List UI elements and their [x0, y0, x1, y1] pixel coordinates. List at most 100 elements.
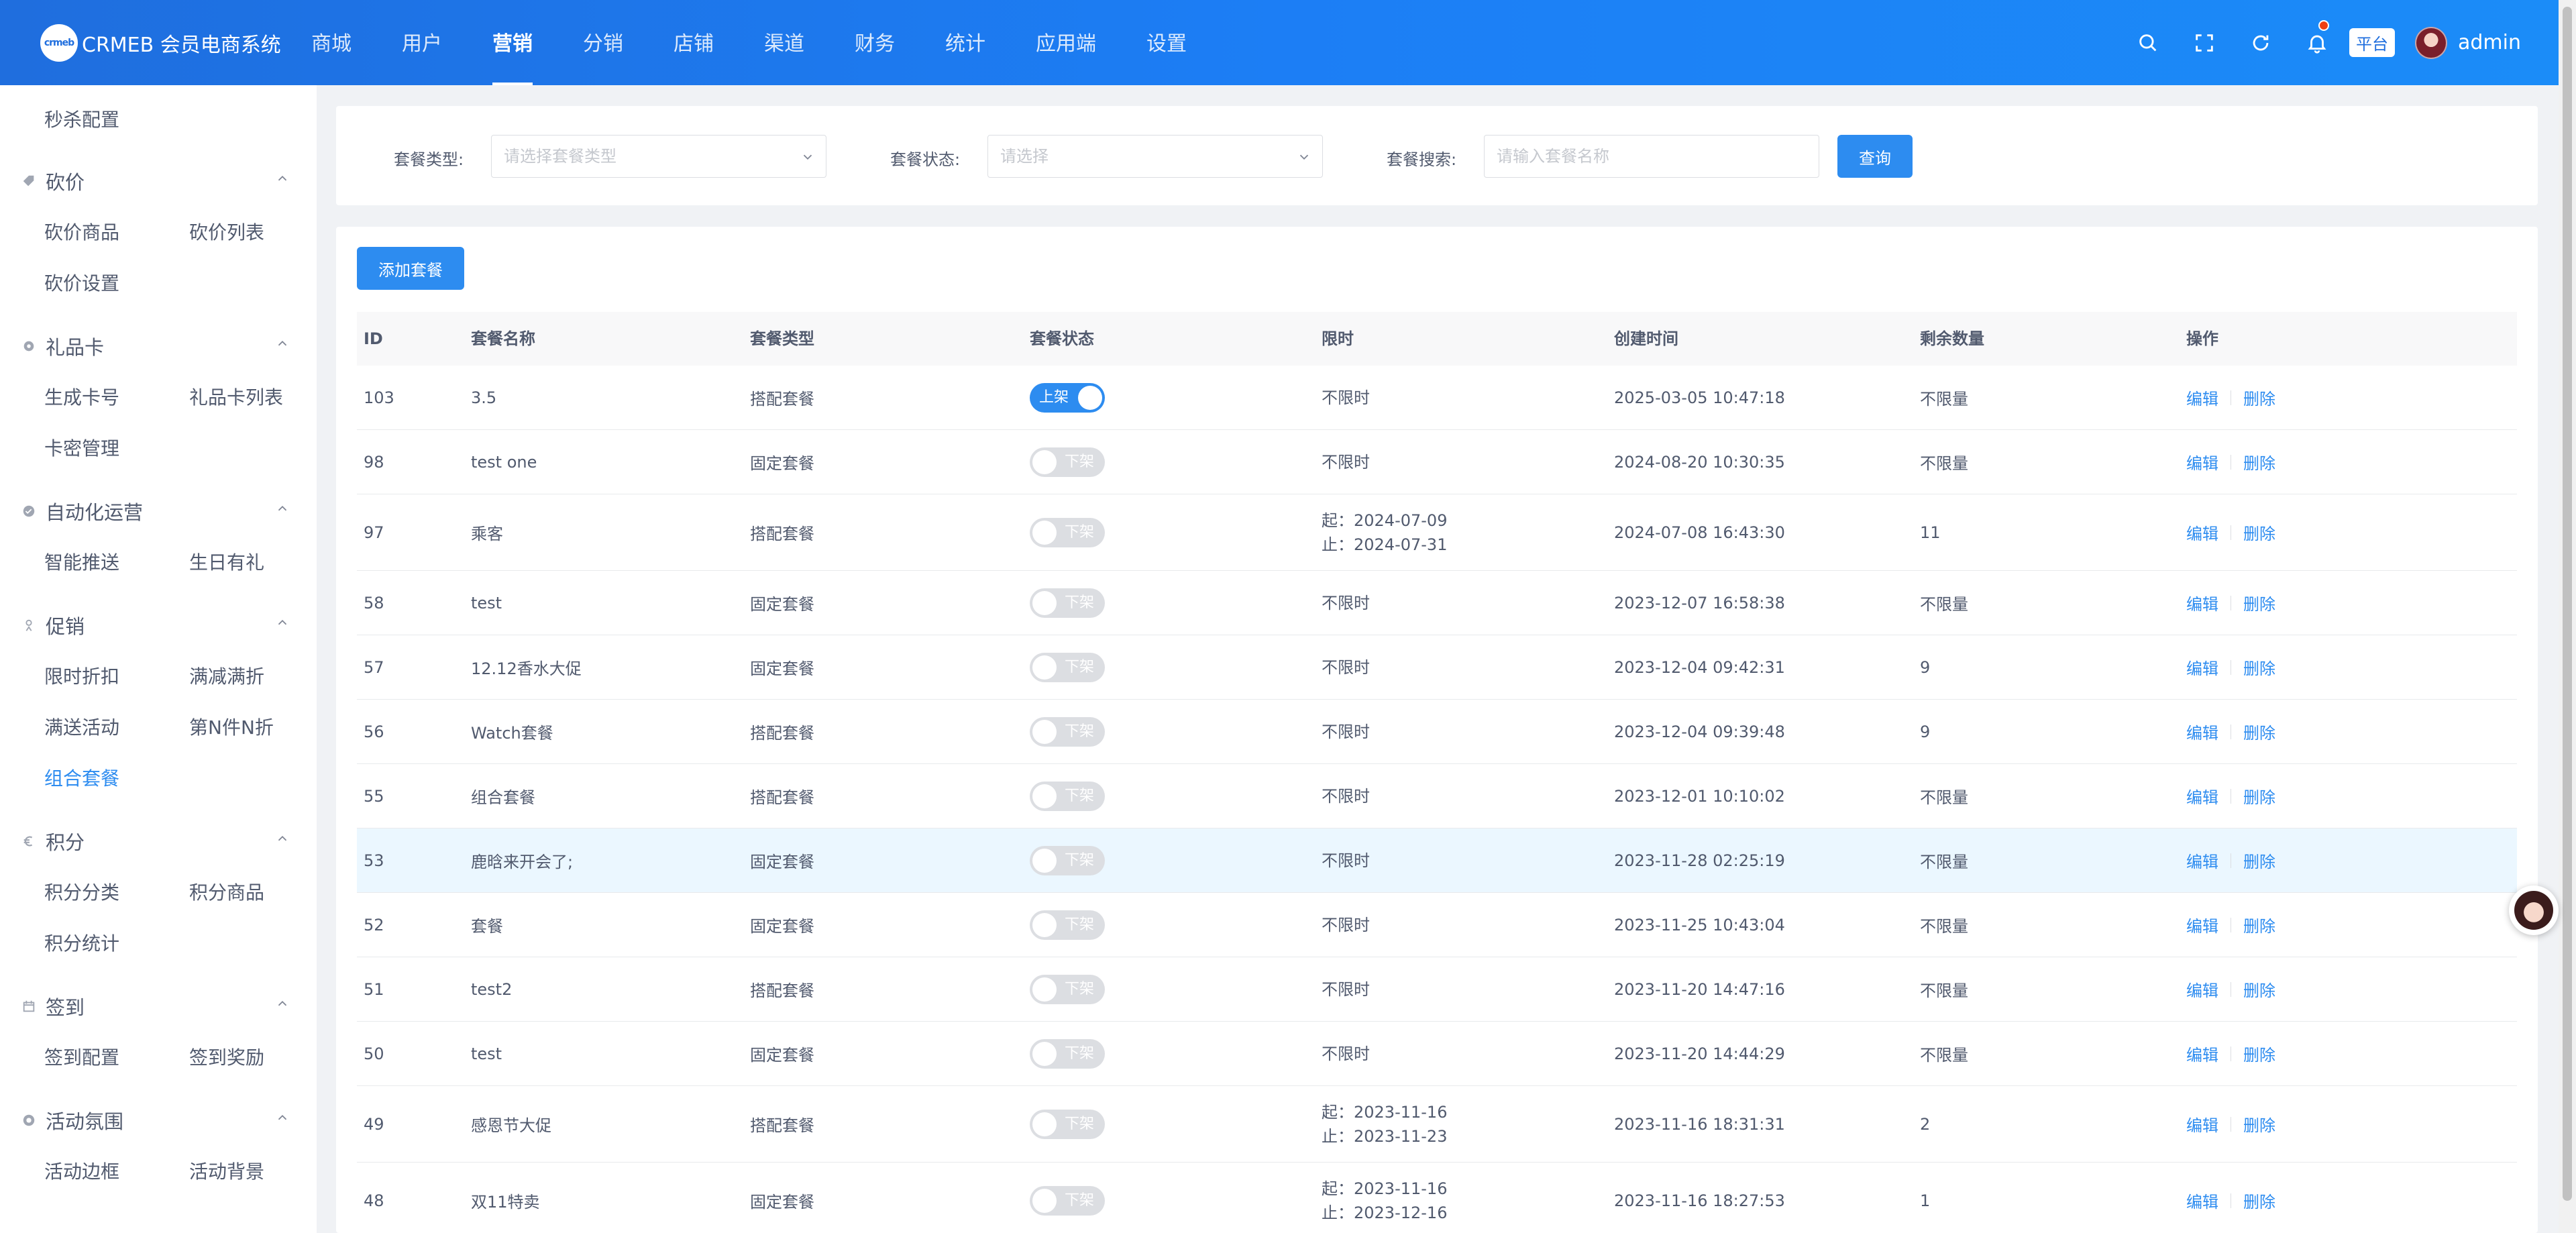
nav-item[interactable]: 财务 [855, 0, 895, 85]
table-row[interactable]: 98 test one 固定套餐 下架 不限时 2024-08-20 10:30:35 不限… [357, 430, 2517, 494]
page-scrollbar[interactable] [2559, 0, 2576, 1233]
sidebar-item[interactable]: 砍价设置 [44, 269, 119, 296]
status-select[interactable]: 请选择 [987, 135, 1323, 178]
table-row[interactable]: 53 鹿晗来开会了; 固定套餐 下架 不限时 2023-11-28 02:25:19 不限量… [357, 828, 2517, 893]
delete-link[interactable]: 删除 [2243, 1112, 2275, 1136]
delete-link[interactable]: 删除 [2243, 1189, 2275, 1212]
chevron-up-icon[interactable] [275, 996, 290, 1011]
avatar[interactable] [2415, 26, 2447, 59]
sidebar-item[interactable]: 第N件N折 [189, 713, 274, 740]
delete-link[interactable]: 删除 [2243, 977, 2275, 1001]
table-row[interactable]: 57 12.12香水大促 固定套餐 下架 不限时 2023-12-04 09:42:31 9… [357, 635, 2517, 700]
sidebar-item[interactable]: 满送活动 [44, 713, 119, 740]
nav-item[interactable]: 应用端 [1036, 0, 1096, 85]
scrollbar-thumb[interactable] [2563, 7, 2572, 1201]
nav-item[interactable]: 店铺 [674, 0, 714, 85]
status-switch[interactable]: 下架 [1030, 1109, 1105, 1139]
status-switch[interactable]: 下架 [1030, 845, 1105, 875]
nav-item[interactable]: 渠道 [764, 0, 804, 85]
delete-link[interactable]: 删除 [2243, 913, 2275, 936]
sidebar-item[interactable]: 活动背景 [189, 1157, 264, 1184]
sidebar-group[interactable]: 签到 [21, 992, 85, 1020]
status-switch[interactable]: 下架 [1030, 447, 1105, 477]
nav-item[interactable]: 统计 [945, 0, 985, 85]
type-select[interactable]: 请选择套餐类型 [491, 135, 826, 178]
status-switch[interactable]: 下架 [1030, 517, 1105, 547]
sidebar-item[interactable]: 签到配置 [44, 1043, 119, 1070]
table-row[interactable]: 58 test 固定套餐 下架 不限时 2023-12-07 16:58:38 不限量 编辑 删… [357, 571, 2517, 635]
chevron-up-icon[interactable] [275, 336, 290, 351]
delete-link[interactable]: 删除 [2243, 720, 2275, 743]
sidebar-item[interactable]: 砍价列表 [189, 218, 264, 245]
table-row[interactable]: 51 test2 搭配套餐 下架 不限时 2023-11-20 14:47:16 不限量 编辑… [357, 957, 2517, 1022]
sidebar-item[interactable]: 组合套餐 [44, 764, 119, 791]
query-button[interactable]: 查询 [1837, 135, 1913, 178]
table-row[interactable]: 50 test 固定套餐 下架 不限时 2023-11-20 14:44:29 不限量 编辑 删… [357, 1022, 2517, 1086]
sidebar-item[interactable]: 秒杀配置 [44, 105, 119, 132]
edit-link[interactable]: 编辑 [2186, 784, 2218, 808]
edit-link[interactable]: 编辑 [2186, 521, 2218, 544]
delete-link[interactable]: 删除 [2243, 655, 2275, 679]
delete-link[interactable]: 删除 [2243, 591, 2275, 614]
table-row[interactable]: 97 乘客 搭配套餐 下架 起：2024-07-09 止：2024-07-31 2024-0… [357, 494, 2517, 571]
table-row[interactable]: 52 套餐 固定套餐 下架 不限时 2023-11-25 10:43:04 不限量 编辑 删除 [357, 893, 2517, 957]
delete-link[interactable]: 删除 [2243, 784, 2275, 808]
status-switch[interactable]: 下架 [1030, 716, 1105, 747]
sidebar-group[interactable]: 砍价 [21, 167, 85, 195]
edit-link[interactable]: 编辑 [2186, 849, 2218, 872]
status-switch[interactable]: 下架 [1030, 652, 1105, 682]
status-switch[interactable]: 上架 [1030, 382, 1105, 413]
status-switch[interactable]: 下架 [1030, 1038, 1105, 1069]
edit-link[interactable]: 编辑 [2186, 655, 2218, 679]
sidebar-group[interactable]: 促销 [21, 611, 85, 639]
edit-link[interactable]: 编辑 [2186, 913, 2218, 936]
add-package-button[interactable]: 添加套餐 [357, 247, 464, 290]
status-switch[interactable]: 下架 [1030, 1185, 1105, 1216]
sidebar-group[interactable]: 积分 [21, 827, 85, 855]
sidebar-item[interactable]: 智能推送 [44, 548, 119, 575]
logo[interactable]: crmeb CRMEB 会员电商系统 [40, 24, 281, 62]
delete-link[interactable]: 删除 [2243, 1042, 2275, 1065]
refresh-icon[interactable] [2233, 0, 2289, 85]
sidebar-item[interactable]: 卡密管理 [44, 434, 119, 461]
table-row[interactable]: 56 Watch套餐 搭配套餐 下架 不限时 2023-12-04 09:39:48 9 编辑… [357, 700, 2517, 764]
table-row[interactable]: 55 组合套餐 搭配套餐 下架 不限时 2023-12-01 10:10:02 不限量 编辑 删… [357, 764, 2517, 828]
status-switch[interactable]: 下架 [1030, 781, 1105, 811]
chevron-up-icon[interactable] [275, 501, 290, 516]
edit-link[interactable]: 编辑 [2186, 1112, 2218, 1136]
bell-icon[interactable] [2289, 0, 2345, 85]
sidebar-item[interactable]: 积分商品 [189, 878, 264, 905]
sidebar-item[interactable]: 生日有礼 [189, 548, 264, 575]
support-avatar[interactable] [2509, 886, 2559, 935]
chevron-up-icon[interactable] [275, 171, 290, 186]
status-switch[interactable]: 下架 [1030, 588, 1105, 618]
table-row[interactable]: 103 3.5 搭配套餐 上架 不限时 2025-03-05 10:47:18 不限量 编辑 删… [357, 366, 2517, 430]
nav-item[interactable]: 分销 [583, 0, 623, 85]
search-input[interactable] [1484, 135, 1819, 178]
status-switch[interactable]: 下架 [1030, 910, 1105, 940]
sidebar-item[interactable]: 限时折扣 [44, 662, 119, 689]
edit-link[interactable]: 编辑 [2186, 386, 2218, 409]
edit-link[interactable]: 编辑 [2186, 1189, 2218, 1212]
fullscreen-icon[interactable] [2176, 0, 2233, 85]
chevron-up-icon[interactable] [275, 831, 290, 846]
sidebar-item[interactable]: 签到奖励 [189, 1043, 264, 1070]
table-row[interactable]: 49 感恩节大促 搭配套餐 下架 起：2023-11-16 止：2023-11-23 202… [357, 1086, 2517, 1163]
chevron-up-icon[interactable] [275, 615, 290, 630]
sidebar-group[interactable]: 礼品卡 [21, 332, 104, 360]
platform-badge[interactable]: 平台 [2349, 28, 2395, 57]
status-switch[interactable]: 下架 [1030, 974, 1105, 1004]
admin-name[interactable]: admin [2458, 31, 2521, 54]
table-row[interactable]: 48 双11特卖 固定套餐 下架 起：2023-11-16 止：2023-12-16 202… [357, 1163, 2517, 1233]
sidebar-item[interactable]: 积分分类 [44, 878, 119, 905]
edit-link[interactable]: 编辑 [2186, 720, 2218, 743]
edit-link[interactable]: 编辑 [2186, 591, 2218, 614]
edit-link[interactable]: 编辑 [2186, 977, 2218, 1001]
sidebar-item[interactable]: 活动边框 [44, 1157, 119, 1184]
sidebar-item[interactable]: 砍价商品 [44, 218, 119, 245]
sidebar-item[interactable]: 积分统计 [44, 929, 119, 956]
nav-item[interactable]: 用户 [402, 0, 442, 85]
delete-link[interactable]: 删除 [2243, 450, 2275, 474]
nav-item[interactable]: 商城 [311, 0, 352, 85]
nav-item[interactable]: 设置 [1146, 0, 1187, 85]
